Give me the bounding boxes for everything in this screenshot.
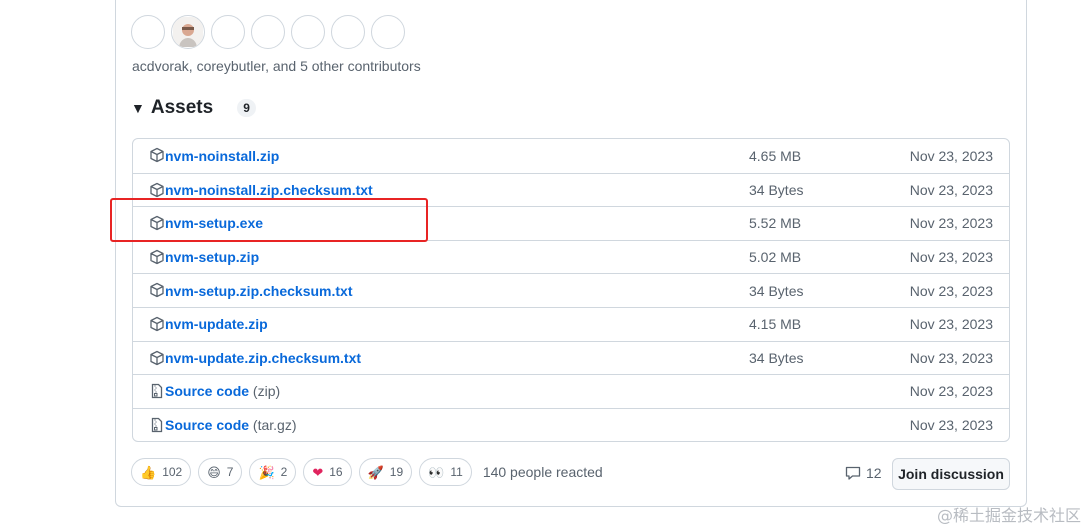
asset-size: 5.02 MB — [749, 249, 802, 266]
highlight-box — [110, 198, 428, 242]
asset-name: nvm-noinstall.zip — [165, 147, 280, 164]
rocket-icon: 🚀 — [367, 464, 384, 480]
asset-date: Nov 23, 2023 — [909, 316, 993, 333]
contributor-avatar[interactable] — [251, 15, 285, 49]
reaction-button[interactable]: 👍 102 — [131, 458, 192, 486]
asset-size: 5.52 MB — [749, 215, 802, 232]
package-icon — [150, 249, 164, 264]
asset-name: nvm-setup.zip — [165, 249, 260, 266]
asset-name: Source code — [165, 417, 250, 434]
file-zip-icon — [151, 417, 163, 432]
hooray-icon: 🎉 — [258, 464, 275, 480]
asset-date: Nov 23, 2023 — [909, 147, 993, 164]
comment-count-label: 12 — [866, 465, 882, 481]
asset-size: 34 Bytes — [749, 282, 804, 299]
asset-size: 34 Bytes — [749, 181, 804, 198]
asset-link[interactable]: nvm-update.zip — [165, 316, 268, 332]
asset-date: Nov 23, 2023 — [909, 181, 993, 198]
asset-date: Nov 23, 2023 — [909, 215, 993, 232]
caret-down-icon[interactable]: ▼ — [131, 101, 145, 115]
asset-link[interactable]: Source code (tar.gz) — [165, 417, 297, 433]
package-icon — [150, 182, 164, 197]
package-icon — [150, 316, 164, 332]
asset-row: nvm-update.zip.checksum.txt 34 Bytes Nov 2… — [133, 340, 1009, 375]
asset-size: 34 Bytes — [749, 349, 804, 366]
contributor-avatar[interactable] — [331, 15, 365, 49]
laugh-icon: 😄 — [207, 464, 221, 480]
contributor-avatar[interactable] — [171, 15, 205, 49]
asset-row: nvm-update.zip 4.15 MB Nov 23, 2023 — [133, 306, 1009, 341]
asset-ext: (zip) — [252, 383, 281, 400]
contributor-avatar[interactable] — [371, 15, 405, 49]
asset-link[interactable]: nvm-setup.zip.checksum.txt — [165, 283, 353, 299]
reactions-bar: 👍 102 😄 7 🎉 2 ❤ 16 🚀 19 👀 11 140 people reacted — [131, 458, 603, 486]
comments-count[interactable]: 12 — [845, 465, 882, 481]
asset-row: Source code (tar.gz) Nov 23, 2023 — [133, 407, 1009, 441]
asset-name: nvm-setup.zip.checksum.txt — [165, 282, 353, 299]
asset-date: Nov 23, 2023 — [909, 249, 993, 266]
contributor-avatar[interactable] — [211, 15, 245, 49]
asset-row: nvm-noinstall.zip 4.65 MB Nov 23, 2023 — [133, 139, 1009, 173]
package-icon — [150, 147, 164, 163]
reaction-button[interactable]: 👀 11 — [419, 458, 472, 486]
asset-ext: (tar.gz) — [252, 417, 297, 434]
asset-date: Nov 23, 2023 — [909, 417, 993, 434]
package-icon — [150, 350, 164, 365]
asset-link[interactable]: nvm-setup.zip — [165, 249, 259, 265]
join-discussion-button[interactable]: Join discussion — [892, 458, 1010, 490]
asset-size: 4.65 MB — [749, 147, 802, 164]
reaction-count: 2 — [280, 465, 288, 479]
reaction-button[interactable]: 😄 7 — [198, 458, 243, 486]
assets-list: nvm-noinstall.zip 4.65 MB Nov 23, 2023 nvm-… — [132, 138, 1010, 442]
asset-link[interactable]: nvm-noinstall.zip — [165, 148, 279, 164]
reaction-button[interactable]: ❤ 16 — [303, 458, 352, 486]
asset-name: nvm-update.zip — [165, 316, 268, 333]
reaction-button[interactable]: 🚀 19 — [358, 458, 413, 486]
reaction-button[interactable]: 🎉 2 — [249, 458, 297, 486]
asset-date: Nov 23, 2023 — [909, 349, 993, 366]
thumbs-up-icon: 👍 — [140, 464, 157, 480]
reaction-count: 7 — [226, 465, 234, 479]
eyes-icon: 👀 — [428, 464, 445, 480]
asset-link[interactable]: nvm-update.zip.checksum.txt — [165, 350, 361, 366]
reaction-count: 102 — [162, 465, 183, 479]
contributor-avatars — [131, 15, 405, 49]
comment-icon — [845, 466, 861, 480]
asset-name: nvm-noinstall.zip.checksum.txt — [165, 181, 373, 198]
asset-row: nvm-setup.zip.checksum.txt 34 Bytes Nov 23… — [133, 273, 1009, 307]
asset-date: Nov 23, 2023 — [909, 282, 993, 299]
asset-name: Source code — [165, 383, 250, 400]
heart-icon: ❤ — [312, 464, 324, 480]
package-icon — [150, 283, 164, 298]
reaction-count: 16 — [329, 465, 343, 479]
reaction-count: 11 — [450, 465, 463, 479]
asset-link[interactable]: Source code (zip) — [165, 383, 280, 399]
avatar-photo-icon — [173, 17, 203, 47]
asset-link[interactable]: nvm-noinstall.zip.checksum.txt — [165, 182, 373, 198]
reactions-summary[interactable]: 140 people reacted — [483, 464, 603, 480]
contributor-avatar[interactable] — [291, 15, 325, 49]
asset-row: nvm-setup.zip 5.02 MB Nov 23, 2023 — [133, 239, 1009, 274]
reaction-count: 19 — [389, 465, 404, 479]
file-zip-icon — [151, 384, 163, 399]
assets-header[interactable]: ▼ Assets 9 — [131, 97, 256, 119]
contributors-text: acdvorak, coreybutler, and 5 other contr… — [132, 58, 421, 74]
asset-date: Nov 23, 2023 — [909, 383, 993, 400]
assets-title[interactable]: Assets — [151, 97, 213, 119]
contributor-avatar[interactable] — [131, 15, 165, 49]
asset-row: Source code (zip) Nov 23, 2023 — [133, 374, 1009, 408]
watermark-text: @稀土掘金技术社区 — [936, 506, 1081, 525]
asset-size: 4.15 MB — [749, 316, 802, 333]
asset-name: nvm-update.zip.checksum.txt — [165, 349, 362, 366]
assets-count-badge: 9 — [237, 99, 256, 117]
